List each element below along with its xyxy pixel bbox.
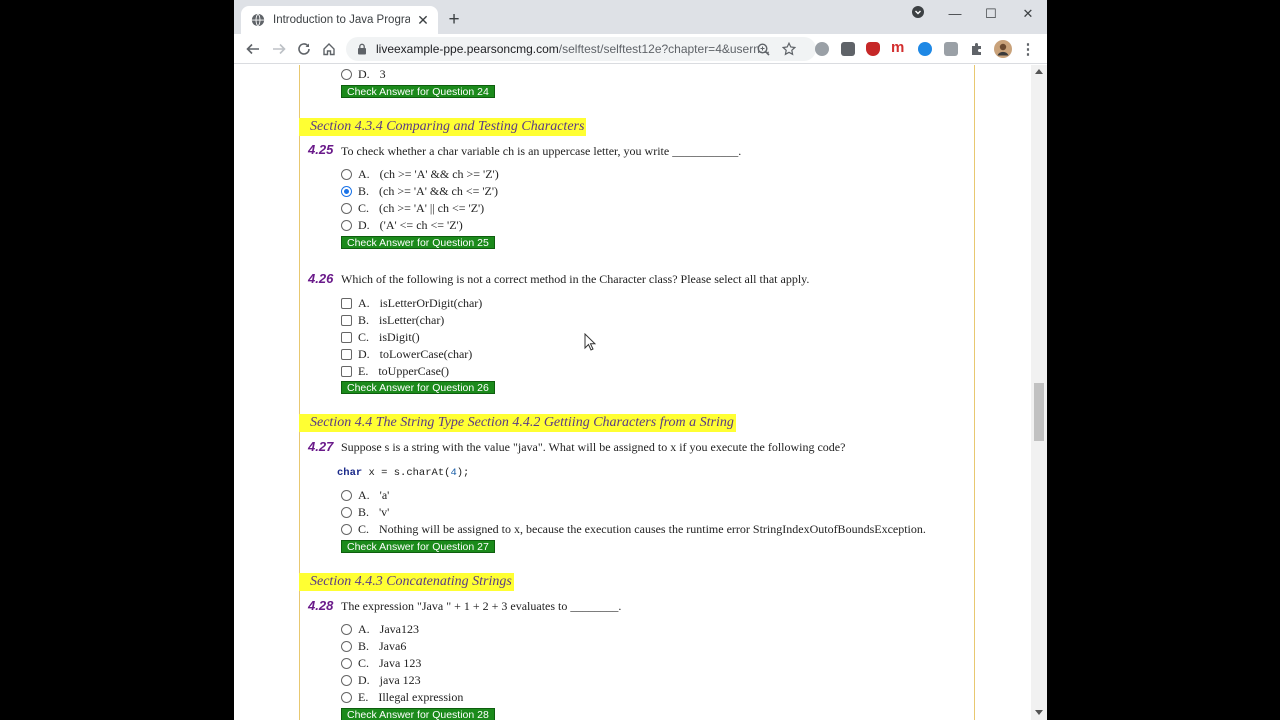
q28-option-c[interactable]: C. Java 123 [341,656,421,671]
question-text: The expression "Java " + 1 + 2 + 3 evalu… [341,599,622,613]
checkbox[interactable] [341,315,352,326]
question-number: 4.28 [308,598,334,613]
q27-option-a[interactable]: A. 'a' [341,488,389,503]
q27-option-c[interactable]: C. Nothing will be assigned to x, becaus… [341,522,926,537]
check-answer-28-button[interactable]: Check Answer for Question 28 [341,708,495,720]
q28-option-a[interactable]: A. Java123 [341,622,419,637]
url-text: liveexample-ppe.pearsoncmg.com/selftest/… [376,42,770,56]
q26-option-d[interactable]: D. toLowerCase(char) [341,347,472,362]
radio-button[interactable] [341,524,352,535]
radio-button[interactable] [341,169,352,180]
mouse-cursor-icon [584,333,596,351]
section-heading: Section 4.3.4 Comparing and Testing Char… [299,118,587,136]
browser-tab[interactable]: Introduction to Java Programmin ✕ [241,6,438,34]
q24-option-d[interactable]: D. 3 [341,67,386,82]
check-answer-25-button[interactable]: Check Answer for Question 25 [341,236,495,249]
browser-window: Introduction to Java Programmin ✕ + — ☐ … [234,0,1047,720]
lock-icon [358,43,366,55]
section-heading: Section 4.4 The String Type Section 4.4.… [299,414,736,432]
scroll-down-icon[interactable] [1035,710,1043,715]
checkbox[interactable] [341,298,352,309]
q25-option-c[interactable]: C. (ch >= 'A' || ch <= 'Z') [341,201,484,216]
zoom-icon[interactable] [753,39,773,59]
q26-option-b[interactable]: B. isLetter(char) [341,313,444,328]
radio-button[interactable] [341,490,352,501]
q27-option-b[interactable]: B. 'v' [341,505,389,520]
home-icon[interactable] [319,39,339,59]
radio-button-selected[interactable] [341,186,352,197]
radio-button[interactable] [341,641,352,652]
vertical-scrollbar[interactable] [1031,65,1047,720]
tab-strip: Introduction to Java Programmin ✕ + — ☐ … [234,0,1047,34]
radio-button[interactable] [341,692,352,703]
extension-1-icon[interactable] [815,42,829,56]
extension-3-icon[interactable] [918,42,932,56]
maximize-icon[interactable]: ☐ [977,4,1005,24]
section-heading: Section 4.4.3 Concatenating Strings [299,573,514,591]
tab-title: Introduction to Java Programmin [273,14,410,26]
q26-option-a[interactable]: A. isLetterOrDigit(char) [341,296,482,311]
scroll-up-icon[interactable] [1035,69,1043,74]
q28-option-b[interactable]: B. Java6 [341,639,406,654]
question-number: 4.27 [308,439,334,454]
code-snippet: char x = s.charAt(4); [337,467,470,479]
m-extension-icon[interactable]: m [891,40,905,56]
extension-4-icon[interactable] [944,42,958,56]
radio-button[interactable] [341,203,352,214]
q26-option-c[interactable]: C. isDigit() [341,330,420,345]
ublock-icon[interactable] [866,42,880,56]
radio-button[interactable] [341,220,352,231]
forward-icon[interactable] [269,39,289,59]
check-answer-24-button[interactable]: Check Answer for Question 24 [341,85,495,98]
checkbox[interactable] [341,349,352,360]
close-tab-icon[interactable]: ✕ [416,12,430,29]
browser-toolbar: liveexample-ppe.pearsoncmg.com/selftest/… [234,34,1047,64]
radio-button[interactable] [341,624,352,635]
q28-option-d[interactable]: D. java 123 [341,673,421,688]
question-text: To check whether a char variable ch is a… [341,144,742,158]
check-answer-26-button[interactable]: Check Answer for Question 26 [341,381,495,394]
reload-icon[interactable] [294,39,314,59]
close-window-icon[interactable]: ✕ [1014,4,1042,24]
globe-icon [251,13,265,27]
checkbox[interactable] [341,366,352,377]
q26-option-e[interactable]: E. toUpperCase() [341,364,449,379]
q28-option-e[interactable]: E. Illegal expression [341,690,463,705]
question-text: Which of the following is not a correct … [341,272,810,286]
avatar[interactable] [993,39,1013,59]
q25-option-a[interactable]: A. (ch >= 'A' && ch >= 'Z') [341,167,499,182]
radio-button[interactable] [341,675,352,686]
check-answer-27-button[interactable]: Check Answer for Question 27 [341,540,495,553]
checkbox[interactable] [341,332,352,343]
minimize-icon[interactable]: — [941,4,969,24]
extensions-icon[interactable] [967,39,987,59]
extension-2-icon[interactable] [841,42,855,56]
back-icon[interactable] [243,39,263,59]
question-text: Suppose s is a string with the value "ja… [341,440,846,454]
menu-icon[interactable]: ⋮ [1018,39,1038,59]
radio-button[interactable] [341,507,352,518]
radio-button[interactable] [341,69,352,80]
q25-option-d[interactable]: D. ('A' <= ch <= 'Z') [341,218,463,233]
new-tab-icon[interactable]: + [445,9,463,31]
question-number: 4.25 [308,142,334,157]
radio-button[interactable] [341,658,352,669]
address-bar[interactable]: liveexample-ppe.pearsoncmg.com/selftest/… [346,37,816,61]
question-number: 4.26 [308,271,334,286]
q25-option-b[interactable]: B. (ch >= 'A' && ch <= 'Z') [341,184,498,199]
star-icon[interactable] [779,39,799,59]
profile-dropdown-icon[interactable] [904,4,932,24]
scroll-thumb[interactable] [1034,383,1044,441]
page-viewport: D. 3 Check Answer for Question 24 Sectio… [234,65,1031,720]
